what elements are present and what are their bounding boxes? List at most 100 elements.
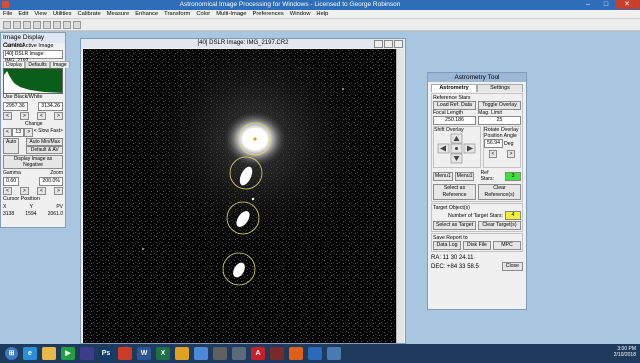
tab-astrometry[interactable]: Astrometry: [431, 84, 477, 92]
pdf-icon[interactable]: A: [251, 347, 265, 360]
tab-settings[interactable]: Settings: [477, 84, 523, 92]
new-window-icon[interactable]: [33, 20, 41, 29]
excel-icon[interactable]: X: [156, 347, 170, 360]
image-minimize-icon[interactable]: [374, 40, 383, 48]
print-icon[interactable]: [23, 20, 31, 29]
white-down-button[interactable]: <: [37, 112, 46, 120]
select-as-reference-button[interactable]: Select as Reference: [433, 184, 476, 200]
menu-help[interactable]: Help: [313, 10, 331, 18]
clear-references-button[interactable]: Clear Reference(s): [478, 184, 521, 200]
firefox-icon[interactable]: [289, 347, 303, 360]
menu-edit[interactable]: Edit: [15, 10, 31, 18]
tab-defaults[interactable]: Defaults: [25, 61, 50, 68]
display-negative-button[interactable]: Display Image as Negative: [3, 155, 63, 169]
focal-length-field[interactable]: 250.186: [433, 116, 476, 125]
menu-transform[interactable]: Transform: [161, 10, 193, 18]
globe-icon[interactable]: [308, 347, 322, 360]
minimize-icon[interactable]: –: [579, 0, 597, 9]
browser-icon[interactable]: [118, 347, 132, 360]
menu-file[interactable]: File: [0, 10, 15, 18]
step-down-button[interactable]: <: [3, 128, 12, 137]
close-button[interactable]: Close: [501, 262, 523, 271]
measure-icon[interactable]: [73, 20, 81, 29]
image-maximize-icon[interactable]: [384, 40, 393, 48]
menu-utilities[interactable]: Utilities: [50, 10, 75, 18]
data-log-button[interactable]: Data Log: [433, 241, 461, 250]
auto-button[interactable]: Auto: [3, 138, 20, 154]
zoom-label: Zoom: [50, 170, 63, 176]
tab-image[interactable]: Image: [49, 61, 70, 68]
toggle-overlay-button[interactable]: Toggle Overlay: [478, 101, 521, 110]
select-icon[interactable]: [63, 20, 71, 29]
select-as-target-button[interactable]: Select as Target: [433, 221, 476, 230]
photoshop-icon[interactable]: Ps: [99, 347, 113, 360]
start-icon[interactable]: ⊞: [5, 347, 18, 360]
image-display-control: Image Display Control Current Active Ima…: [0, 32, 70, 228]
gamma-down-button[interactable]: <: [3, 187, 12, 195]
open-file-icon[interactable]: [3, 20, 11, 29]
aip4win-icon[interactable]: [270, 347, 284, 360]
gamma-field[interactable]: 0.60: [3, 177, 20, 186]
ie-icon[interactable]: e: [23, 347, 37, 360]
disk-file-button[interactable]: Disk File: [463, 241, 491, 250]
camera-icon[interactable]: [213, 347, 227, 360]
zoom-up-button[interactable]: >: [54, 187, 63, 195]
zoom-field[interactable]: 200.0%: [39, 177, 63, 186]
cursor-pv: 2061.0: [47, 211, 63, 217]
menu1-button[interactable]: Menu1: [433, 171, 453, 181]
save-file-icon[interactable]: [13, 20, 21, 29]
network-icon[interactable]: [327, 347, 341, 360]
chrome-icon[interactable]: [175, 347, 189, 360]
white-level-field[interactable]: 3134.26: [38, 102, 63, 111]
current-image-select[interactable]: [40] DSLR Image: IMG_2197: [3, 50, 63, 64]
menu-measure[interactable]: Measure: [104, 10, 133, 18]
image-window-title-bar: [40] DSLR Image: IMG_2197.CR2: [81, 39, 405, 48]
menu-color[interactable]: Color: [193, 10, 213, 18]
auto-minmax-button[interactable]: Auto Min/Max: [26, 138, 63, 146]
menu2-button[interactable]: Menu1: [454, 171, 475, 181]
close-icon[interactable]: ✕: [615, 0, 639, 9]
astrometry-tool: Astrometry Tool Astrometry Settings Refe…: [427, 72, 527, 310]
menu-view[interactable]: View: [31, 10, 49, 18]
position-angle-field[interactable]: 56.94: [484, 139, 503, 148]
app-icon-task[interactable]: [80, 347, 94, 360]
image-canvas[interactable]: [83, 49, 397, 343]
default-av-button[interactable]: Default & AV: [26, 146, 63, 154]
white-up-button[interactable]: >: [54, 112, 63, 120]
step-field[interactable]: 13: [12, 128, 25, 137]
black-down-button[interactable]: <: [3, 112, 12, 120]
cursor-position-label: Cursor Position: [3, 196, 40, 202]
menu-calibrate[interactable]: Calibrate: [75, 10, 104, 18]
menu-window[interactable]: Window: [287, 10, 314, 18]
rotate-ccw-button[interactable]: <: [488, 150, 498, 158]
mpc-button[interactable]: MPC: [493, 241, 521, 250]
black-level-field[interactable]: 2957.36: [3, 102, 28, 111]
step-up-button[interactable]: >: [24, 128, 34, 137]
dec-readout: DEC: +84 33 58.5: [431, 263, 479, 270]
toolbar: [0, 19, 640, 31]
image-close-icon[interactable]: [394, 40, 403, 48]
menu-multi-image[interactable]: Multi-Image: [213, 10, 249, 18]
black-up-button[interactable]: >: [20, 112, 29, 120]
astro-app-icon[interactable]: [232, 347, 246, 360]
folder-icon[interactable]: [42, 347, 56, 360]
paint-icon[interactable]: [194, 347, 208, 360]
rotate-cw-button[interactable]: >: [506, 150, 516, 158]
panel-title: Image Display Control: [1, 33, 65, 49]
image-scrollbar[interactable]: [396, 49, 404, 343]
tab-display[interactable]: Display: [3, 61, 26, 68]
media-player-icon[interactable]: ▶: [61, 347, 75, 360]
load-ref-data-button[interactable]: Load Ref. Data: [433, 101, 476, 110]
mag-limit-field[interactable]: 25: [478, 116, 521, 125]
menu-enhance[interactable]: Enhance: [132, 10, 161, 18]
clear-targets-button[interactable]: Clear Target(s): [478, 221, 521, 230]
shift-arrows-pad[interactable]: [434, 133, 480, 165]
zoom-icon[interactable]: [53, 20, 61, 29]
maximize-icon[interactable]: □: [597, 0, 615, 9]
menu-preferences[interactable]: Preferences: [250, 10, 287, 18]
zoom-down-button[interactable]: <: [37, 187, 46, 195]
undo-icon[interactable]: [43, 20, 51, 29]
gamma-up-button[interactable]: >: [20, 187, 29, 195]
target-objects-group: Target Object(s) Number of Target Stars:…: [431, 203, 523, 232]
word-icon[interactable]: W: [137, 347, 151, 360]
